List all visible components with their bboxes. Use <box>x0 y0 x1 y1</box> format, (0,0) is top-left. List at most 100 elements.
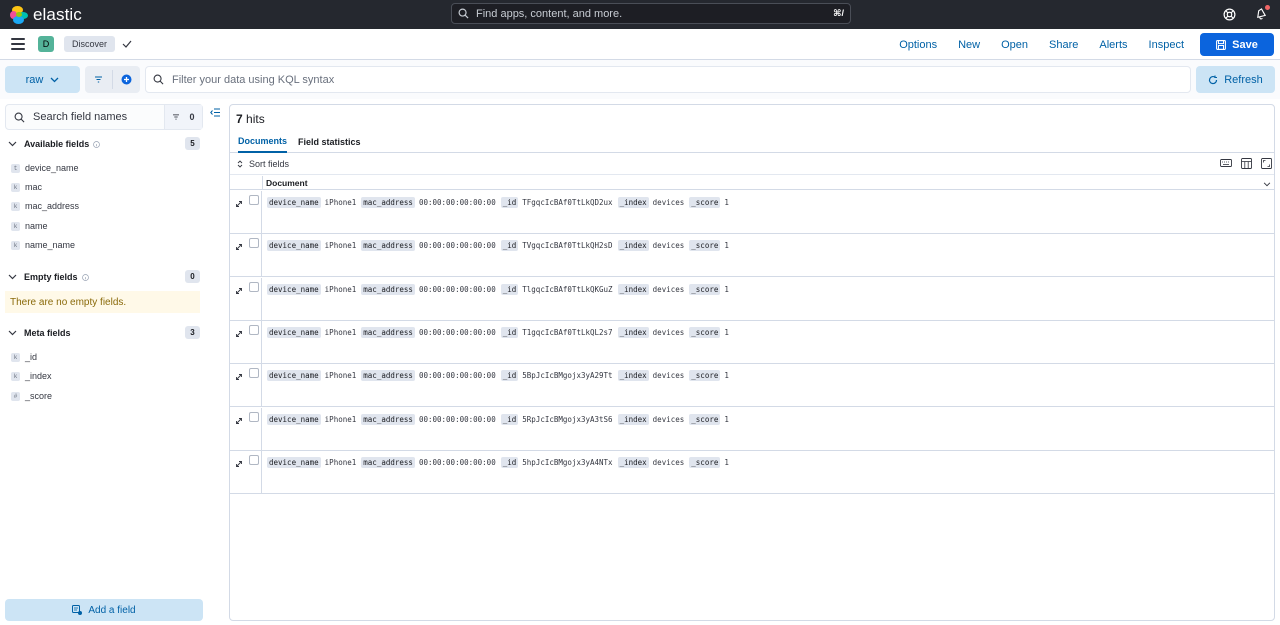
field-value: 00:00:00:00:00:00 <box>418 284 496 294</box>
field-value: 00:00:00:00:00:00 <box>418 414 496 424</box>
expand-document-icon[interactable] <box>235 457 243 471</box>
alerts-link[interactable]: Alerts <box>1099 39 1127 51</box>
field-name: name <box>25 221 48 231</box>
field-item-name_name[interactable]: k name_name <box>11 238 75 252</box>
expand-document-icon[interactable] <box>235 284 243 298</box>
row-select-checkbox[interactable] <box>249 281 259 292</box>
field-item-name[interactable]: k name <box>11 219 48 233</box>
save-icon <box>1216 39 1227 50</box>
keyword-type-icon: k <box>11 352 20 362</box>
expand-document-icon[interactable] <box>235 197 243 211</box>
display-options-icon[interactable] <box>1241 158 1252 169</box>
field-key: device_name <box>267 326 321 338</box>
tab-field-statistics[interactable]: Field statistics <box>298 131 361 153</box>
field-key: _index <box>617 197 649 208</box>
add-field-button[interactable]: Add a field <box>5 599 203 621</box>
data-view-name: raw <box>25 73 44 86</box>
filter-icon <box>172 114 180 120</box>
field-value: 00:00:00:00:00:00 <box>418 241 496 251</box>
tab-documents[interactable]: Documents <box>238 131 288 153</box>
field-item-device_name[interactable]: t device_name <box>11 161 79 175</box>
field-key: _score <box>689 240 721 252</box>
row-select-checkbox[interactable] <box>249 238 259 249</box>
empty-fields-header[interactable]: Empty fields 0 <box>8 270 200 284</box>
field-value: TlgqcIcBAf0TtLkQKGuZ <box>522 284 613 294</box>
expand-document-icon[interactable] <box>235 327 243 341</box>
info-icon[interactable] <box>93 140 101 148</box>
options-link[interactable]: Options <box>899 39 937 51</box>
keyboard-shortcuts-icon[interactable] <box>1220 158 1232 169</box>
data-view-picker[interactable]: raw <box>5 66 80 93</box>
row-select-checkbox[interactable] <box>249 195 259 205</box>
elastic-logo[interactable]: elastic <box>10 5 100 25</box>
field-key: mac_address <box>361 283 415 295</box>
table-row: device_name iPhone1 mac_address 00:00:00:00… <box>230 364 1274 408</box>
field-item-_id[interactable]: k _id <box>11 350 37 364</box>
field-search-input[interactable]: Search field names 0 <box>5 104 203 130</box>
search-shortcut-hint: ⌘/ <box>833 8 844 18</box>
share-link[interactable]: Share <box>1049 39 1078 51</box>
inspect-link[interactable]: Inspect <box>1149 39 1184 51</box>
field-value: 5BpJcIcBMgojx3yA29Tt <box>522 371 613 381</box>
field-value: devices <box>652 414 685 424</box>
chevron-down-icon[interactable] <box>1263 179 1271 189</box>
global-search-input[interactable]: Find apps, content, and more. ⌘/ <box>451 3 851 24</box>
row-controls <box>230 320 262 364</box>
field-item-_score[interactable]: # _score <box>11 389 52 403</box>
chevron-down-icon <box>8 274 18 280</box>
chevron-down-icon <box>8 141 18 147</box>
meta-fields-header[interactable]: Meta fields 3 <box>8 326 200 340</box>
sort-fields-button[interactable]: Sort fields <box>249 159 289 169</box>
field-item-_index[interactable]: k _index <box>11 369 52 383</box>
row-select-checkbox[interactable] <box>249 411 259 422</box>
field-item-mac[interactable]: k mac <box>11 180 42 194</box>
field-value: 00:00:00:00:00:00 <box>418 327 496 337</box>
space-avatar[interactable]: D <box>38 36 54 52</box>
field-value: iPhone1 <box>324 371 357 381</box>
document-column-header[interactable]: Document <box>262 176 1274 190</box>
brand-name: elastic <box>33 4 82 24</box>
new-link[interactable]: New <box>958 39 980 51</box>
fullscreen-icon[interactable] <box>1261 158 1272 169</box>
field-key: device_name <box>267 456 321 468</box>
expand-document-icon[interactable] <box>235 370 243 384</box>
refresh-button[interactable]: Refresh <box>1196 66 1275 93</box>
elastic-logo-mark <box>10 5 28 24</box>
expand-document-icon[interactable] <box>235 414 243 428</box>
field-value: 1 <box>724 371 729 381</box>
field-search-placeholder: Search field names <box>33 111 128 123</box>
help-icon[interactable] <box>1220 5 1238 23</box>
document-summary: device_name iPhone1 mac_address 00:00:00:00… <box>267 197 734 208</box>
breadcrumb-discover[interactable]: Discover <box>64 36 116 52</box>
field-key: _score <box>689 370 721 382</box>
field-key: _index <box>617 456 649 468</box>
field-key: _score <box>689 197 721 208</box>
field-key: mac_address <box>361 326 415 338</box>
row-select-checkbox[interactable] <box>249 324 259 335</box>
collapse-sidebar-icon[interactable] <box>210 106 221 120</box>
save-button[interactable]: Save <box>1200 33 1274 56</box>
kql-query-input[interactable]: Filter your data using KQL syntax <box>145 66 1191 93</box>
menu-toggle-icon[interactable] <box>11 38 25 50</box>
row-select-checkbox[interactable] <box>249 454 259 465</box>
notifications-icon[interactable] <box>1252 5 1270 23</box>
info-icon[interactable] <box>81 273 89 281</box>
row-controls <box>230 407 262 451</box>
field-value: iPhone1 <box>324 414 357 424</box>
keyword-type-icon: k <box>11 371 20 381</box>
add-filter-icon[interactable] <box>113 66 140 93</box>
row-controls <box>230 364 262 408</box>
search-icon <box>14 112 25 123</box>
open-link[interactable]: Open <box>1001 39 1028 51</box>
keyword-type-icon: k <box>11 221 20 231</box>
field-value: iPhone1 <box>324 198 357 207</box>
available-fields-header[interactable]: Available fields 5 <box>8 137 200 151</box>
expand-document-icon[interactable] <box>235 240 243 254</box>
field-filter-button[interactable]: 0 <box>164 105 202 129</box>
keyword-type-icon: k <box>11 182 20 192</box>
field-item-mac_address[interactable]: k mac_address <box>11 199 79 213</box>
field-name: _index <box>25 371 52 381</box>
filter-options-icon[interactable] <box>85 66 112 93</box>
empty-fields-count: 0 <box>185 270 200 283</box>
row-select-checkbox[interactable] <box>249 368 259 379</box>
